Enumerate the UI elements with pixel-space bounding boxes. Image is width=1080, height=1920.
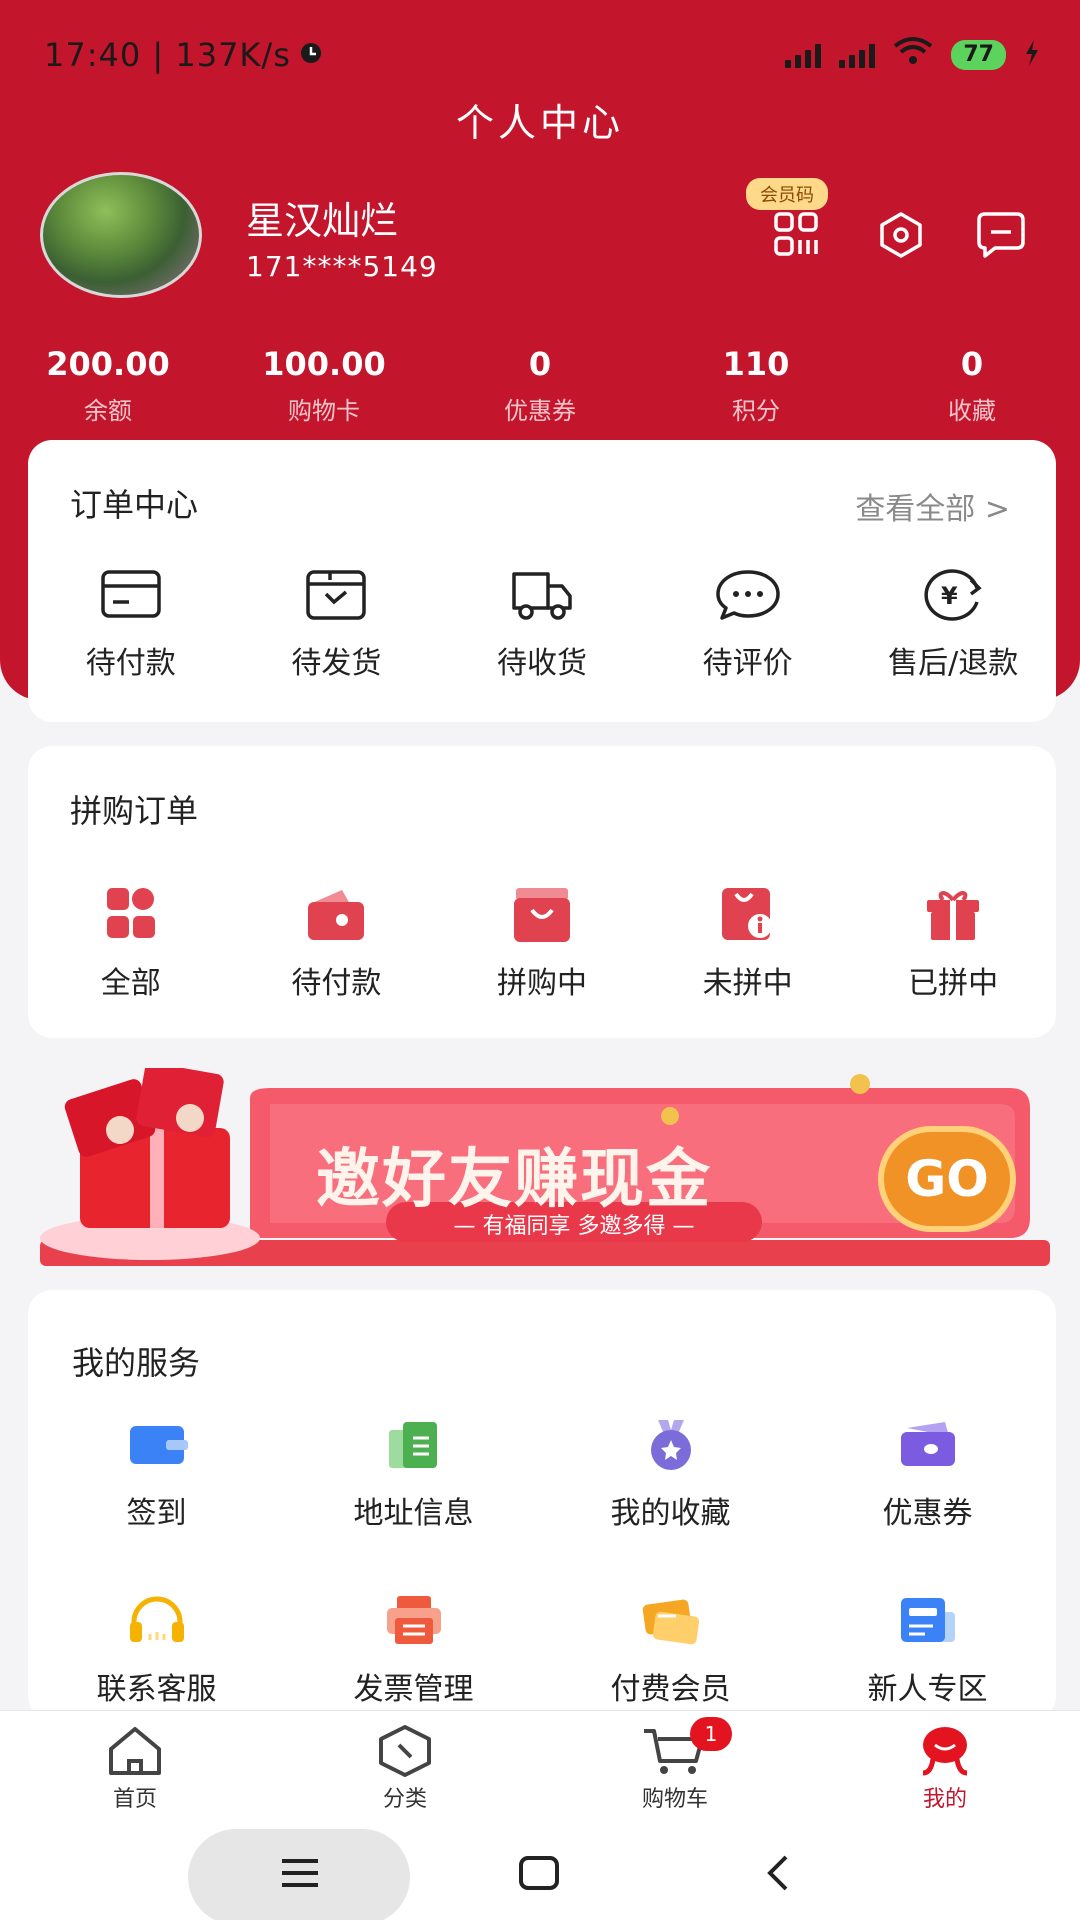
info-icon (721, 888, 772, 940)
menu-nav-icon[interactable] (280, 1857, 320, 1889)
banner-go-button[interactable]: GO (878, 1126, 1016, 1232)
order-pending-receipt[interactable]: 待收货 (439, 566, 645, 682)
my-services-title: 我的服务 (72, 1344, 201, 1382)
my-services-card: 我的服务 签到 地址信息 我的收藏 优惠券 联系客服 发票管理 付费会员 新人专… (28, 1290, 1056, 1720)
charging-icon (1024, 36, 1040, 74)
headset-icon (129, 1596, 184, 1642)
order-center-title: 订单中心 (70, 486, 199, 524)
invite-friends-banner[interactable]: 邀好友赚现金 GO — 有福同享 多邀多得 — (40, 1062, 1050, 1266)
service-newcomer-zone[interactable]: 新人专区 (799, 1594, 1056, 1708)
stat-shopping-card[interactable]: 100.00 购物卡 (216, 345, 432, 426)
cart-badge: 1 (690, 1717, 732, 1751)
box-icon (306, 570, 367, 620)
tab-category[interactable]: 分类 (270, 1711, 540, 1821)
group-in-progress[interactable]: 拼购中 (439, 886, 645, 1002)
signal-icon (785, 42, 822, 68)
profile-icon (922, 1727, 968, 1776)
stat-balance[interactable]: 200.00 余额 (0, 345, 216, 426)
username: 星汉灿烂 (246, 199, 399, 243)
signal-icon (839, 42, 876, 68)
wallet-icon (308, 890, 365, 940)
wifi-icon (893, 36, 933, 74)
order-pending-review[interactable]: 待评价 (645, 566, 851, 682)
order-after-sales[interactable]: ¥ 售后/退款 (850, 566, 1056, 682)
phone-number: 171****5149 (246, 250, 438, 283)
order-pending-payment[interactable]: 待付款 (28, 566, 234, 682)
system-navigation-bar (0, 1821, 1080, 1920)
battery-indicator: 77 (951, 40, 1006, 70)
truck-icon (512, 572, 572, 620)
banner-subtitle: — 有福同享 多邀多得 — (453, 1214, 695, 1239)
tab-profile[interactable]: 我的 (810, 1711, 1080, 1821)
order-center-card: 订单中心 查看全部 > 待付款 待发货 待收货 待评价 ¥ 售后/退款 (28, 440, 1056, 722)
ticket-purple-icon (900, 1422, 955, 1466)
service-address[interactable]: 地址信息 (285, 1418, 542, 1532)
gift-icon (927, 891, 980, 940)
tab-cart[interactable]: 购物车 1 (540, 1711, 810, 1821)
stat-coupons[interactable]: 0 优惠券 (432, 345, 648, 426)
group-pending-payment[interactable]: 待付款 (234, 886, 440, 1002)
tab-home[interactable]: 首页 (0, 1711, 270, 1821)
banner-headline: 邀好友赚现金 (316, 1143, 712, 1217)
view-all-orders-link[interactable]: 查看全部 > (855, 484, 1010, 528)
back-nav-icon[interactable] (762, 1853, 792, 1893)
avatar[interactable] (40, 172, 202, 298)
service-favorites[interactable]: 我的收藏 (542, 1418, 799, 1532)
group-not-matched[interactable]: 未拼中 (645, 886, 851, 1002)
card-icon (101, 570, 161, 618)
status-time: 17:40 | 137K/s (44, 36, 291, 74)
group-matched[interactable]: 已拼中 (850, 886, 1056, 1002)
grid-icon (106, 888, 155, 938)
account-stats: 200.00 余额 100.00 购物卡 0 优惠券 110 积分 0 收藏 (0, 345, 1080, 426)
stat-favorites[interactable]: 0 收藏 (864, 345, 1080, 426)
group-buy-card: 拼购订单 全部 待付款 拼购中 未拼中 已拼中 (28, 746, 1056, 1038)
chat-icon (715, 570, 780, 620)
service-paid-membership[interactable]: 付费会员 (542, 1594, 799, 1708)
service-invoice[interactable]: 发票管理 (285, 1594, 542, 1708)
document-green-icon (388, 1422, 437, 1468)
printer-icon (386, 1596, 441, 1644)
newbie-card-icon (900, 1598, 955, 1642)
group-all[interactable]: 全部 (28, 886, 234, 1002)
vip-card-icon (642, 1599, 699, 1645)
status-bar: 17:40 | 137K/s 77 (44, 30, 1040, 80)
member-code-tag: 会员码 (746, 178, 828, 210)
medal-purple-icon (650, 1420, 691, 1470)
service-coupons[interactable]: 优惠券 (799, 1418, 1056, 1532)
settings-icon[interactable] (873, 210, 929, 260)
group-buy-title: 拼购订单 (70, 792, 199, 830)
qr-code-icon[interactable] (770, 210, 826, 260)
bottom-tab-bar: 首页 分类 购物车 1 我的 (0, 1710, 1080, 1920)
svg-text:¥: ¥ (941, 582, 958, 610)
alarm-icon (297, 36, 325, 74)
service-sign-in[interactable]: 签到 (28, 1418, 285, 1532)
bag-icon (513, 888, 570, 942)
home-icon (109, 1727, 161, 1775)
card-blue-icon (129, 1426, 188, 1464)
service-customer-support[interactable]: 联系客服 (28, 1594, 285, 1708)
message-icon[interactable] (973, 210, 1029, 260)
page-title: 个人中心 (455, 101, 624, 145)
category-icon (379, 1725, 431, 1777)
home-nav-icon[interactable] (518, 1855, 560, 1891)
order-pending-shipment[interactable]: 待发货 (234, 566, 440, 682)
stat-points[interactable]: 110 积分 (648, 345, 864, 426)
refund-icon: ¥ (924, 569, 982, 621)
